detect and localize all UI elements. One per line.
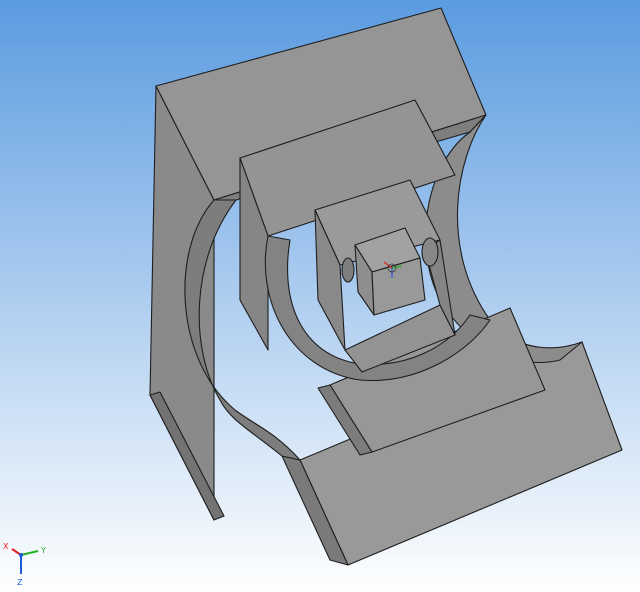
core-shaft-right	[421, 237, 439, 267]
3d-viewport[interactable]: X Y Z	[0, 0, 640, 592]
triad-y-label: Y	[40, 546, 46, 555]
triad-x-label: X	[3, 542, 9, 551]
triad-origin	[19, 553, 23, 557]
core-shaft-left	[341, 257, 355, 283]
viewport-canvas[interactable]: X Y Z	[0, 0, 640, 592]
triad-z-label: Z	[17, 578, 23, 587]
